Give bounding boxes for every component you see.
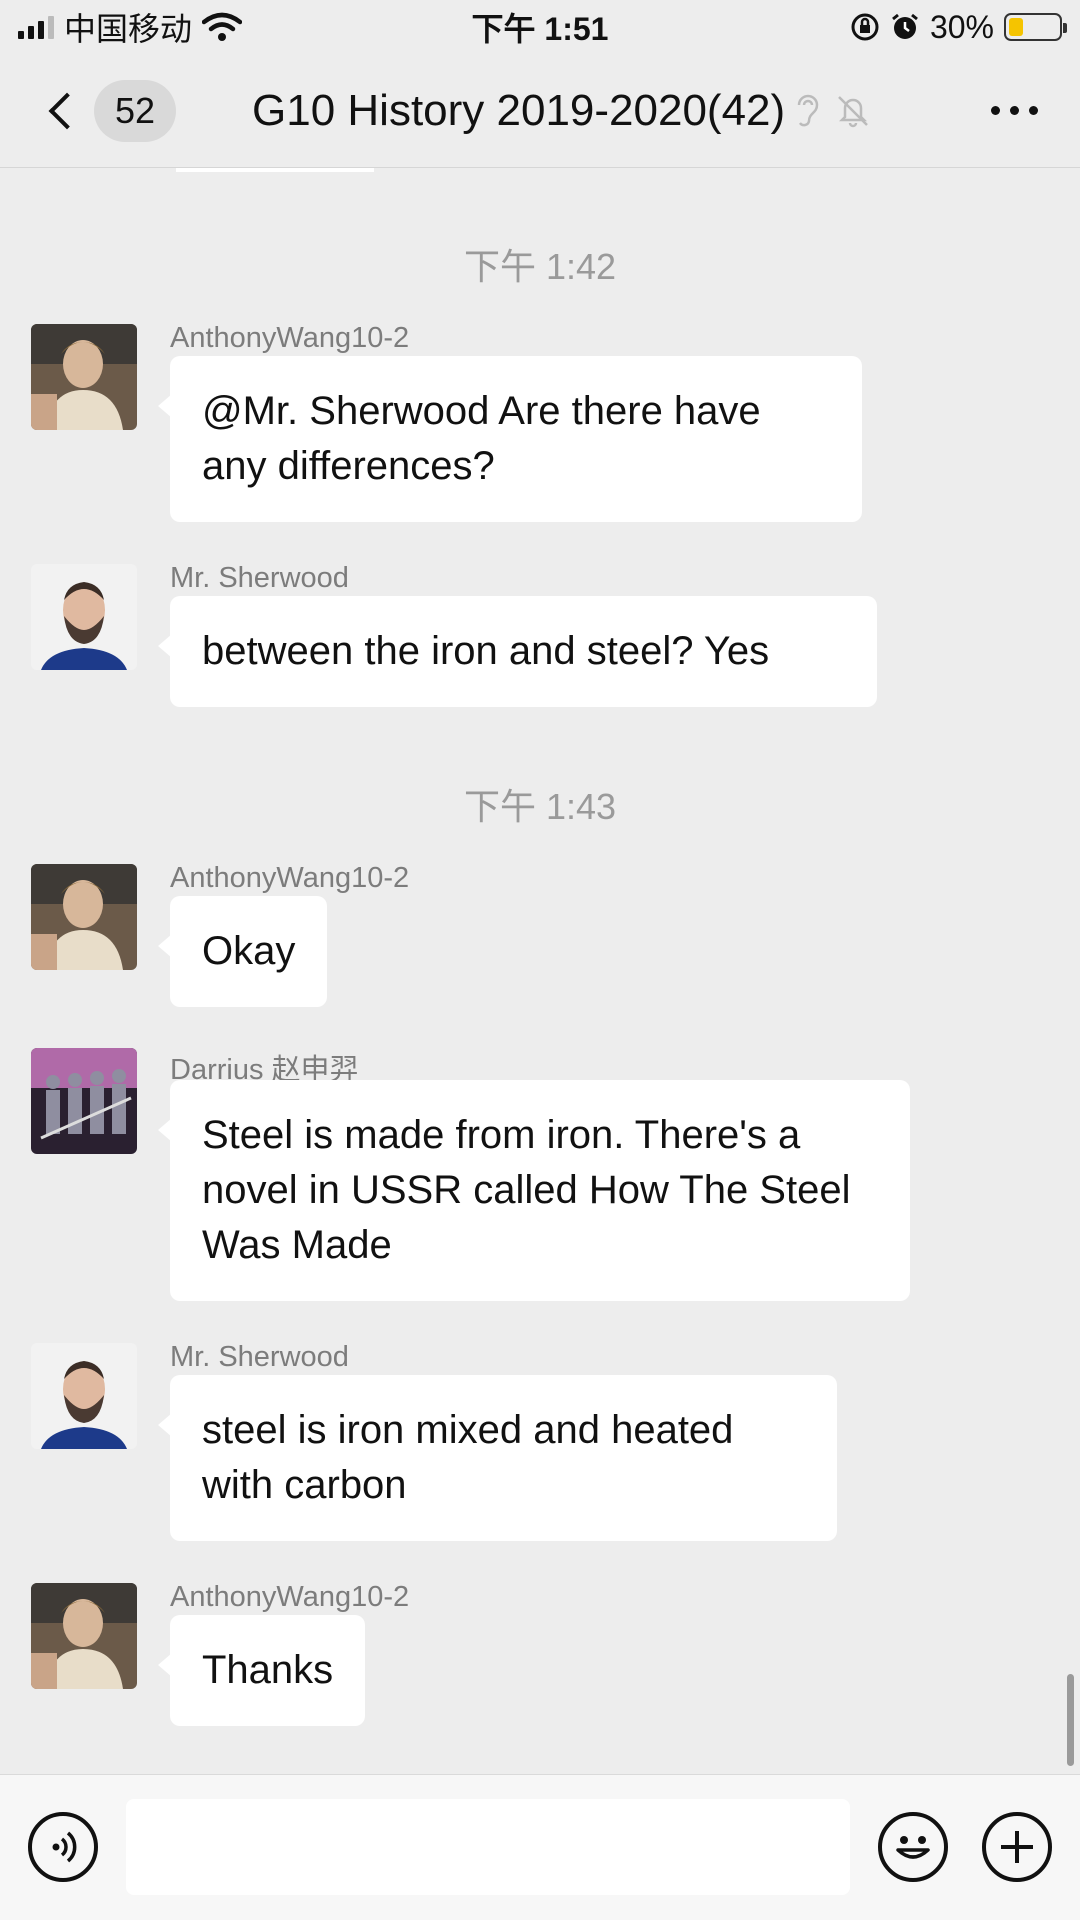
unread-count-badge: 52 (94, 79, 176, 142)
scrollbar[interactable] (1067, 1674, 1074, 1766)
avatar-anthony[interactable] (31, 324, 137, 430)
avatar-anthony[interactable] (31, 864, 137, 970)
more-icon-dot (1010, 106, 1019, 115)
back-button[interactable]: 52 (28, 79, 176, 142)
chat-status-icons (795, 93, 871, 129)
sender-name: AnthonyWang10-2 (170, 862, 410, 894)
message-bubble[interactable]: Okay (157, 896, 328, 1007)
time-divider: 下午 1:42 (463, 246, 617, 287)
message-bubble[interactable]: Steel is made from iron. There's a novel… (158, 1080, 910, 1301)
ear-icon (797, 94, 819, 126)
back-chevron-icon (48, 92, 86, 129)
sender-name: AnthonyWang10-2 (170, 322, 410, 354)
carrier-label: 中国移动 (64, 11, 193, 47)
message-bubble[interactable]: @Mr. Sherwood Are there have any differe… (158, 356, 862, 522)
avatar-sherwood[interactable] (31, 1343, 137, 1449)
emoji-button[interactable] (878, 1812, 948, 1882)
message-bubble[interactable]: between the iron and steel? Yes (158, 596, 877, 707)
wifi-icon (202, 12, 243, 41)
more-icon-dot (1029, 106, 1038, 115)
status-right: 30% (850, 8, 1067, 46)
input-bar (0, 1774, 1080, 1920)
signal-icon (18, 15, 54, 39)
plus-icon (1001, 1831, 1033, 1863)
more-features-button[interactable] (982, 1812, 1052, 1882)
chat-title: G10 History 2019-2020(42) (252, 85, 786, 135)
orientation-lock-icon (851, 13, 879, 41)
avatar-darrius[interactable] (31, 1048, 137, 1154)
sender-name: Mr. Sherwood (170, 1341, 349, 1373)
nav-bar: 52 G10 History 2019-2020(42) (0, 54, 1080, 168)
battery-fill (1009, 18, 1024, 36)
voice-icon (52, 1831, 77, 1863)
avatar-anthony[interactable] (31, 1583, 137, 1689)
voice-button[interactable] (28, 1812, 98, 1882)
emoji-icon (896, 1836, 930, 1859)
more-icon (991, 106, 1000, 115)
sender-name: Mr. Sherwood (170, 562, 349, 594)
status-bar: 中国移动 下午 1:51 30% (0, 0, 1080, 54)
sender-name: AnthonyWang10-2 (170, 1581, 410, 1613)
previous-bubble-edge (176, 168, 374, 172)
time-divider: 下午 1:43 (463, 786, 617, 827)
message-input[interactable] (126, 1799, 850, 1895)
alarm-icon (892, 13, 918, 39)
message-list[interactable]: 下午 1:42 AnthonyWang10-2 @Mr. Sherwood Ar… (0, 168, 1080, 1774)
battery-percent: 30% (929, 8, 994, 45)
muted-bell-icon (838, 95, 869, 127)
battery-icon (1004, 13, 1067, 41)
message-bubble[interactable]: steel is iron mixed and heated with carb… (158, 1375, 837, 1541)
more-button[interactable] (991, 106, 1038, 115)
status-left: 中国移动 (18, 4, 243, 50)
message-bubble[interactable]: Thanks (157, 1615, 366, 1726)
avatar-sherwood[interactable] (31, 564, 137, 670)
